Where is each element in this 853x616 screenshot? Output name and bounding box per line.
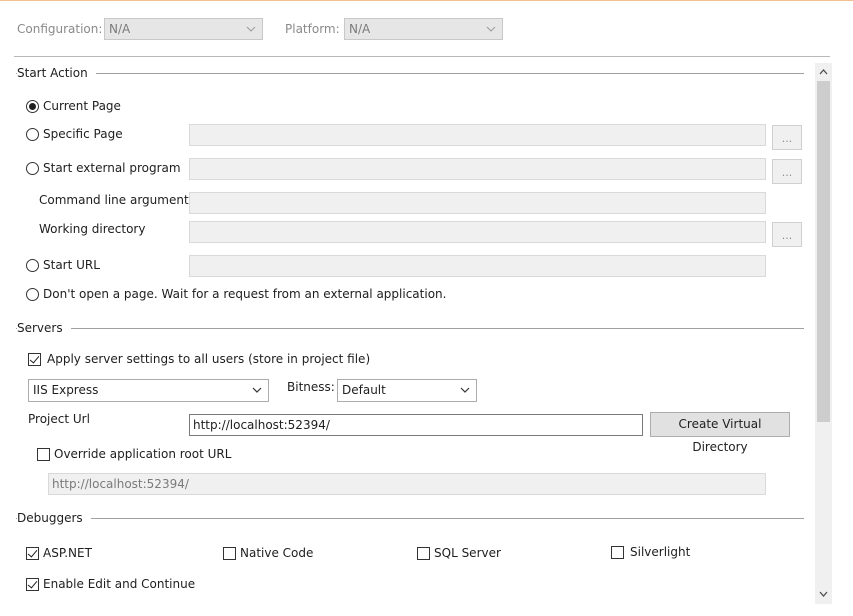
sql-server-checkbox[interactable] <box>417 547 430 560</box>
servers-separator <box>16 328 804 329</box>
window-top-border <box>0 0 853 1</box>
header-divider <box>14 56 830 57</box>
scroll-up-arrow-icon[interactable] <box>817 66 830 78</box>
project-url-input[interactable]: http://localhost:52394/ <box>189 414 643 436</box>
platform-label: Platform: <box>285 22 340 36</box>
working-directory-browse-button[interactable]: ... <box>772 222 802 247</box>
override-root-url-input[interactable]: http://localhost:52394/ <box>48 473 766 495</box>
start-url-label[interactable]: Start URL <box>43 258 100 272</box>
servers-title: Servers <box>17 321 71 335</box>
silverlight-label[interactable]: Silverlight <box>630 545 690 559</box>
current-page-radio[interactable] <box>26 100 39 113</box>
scroll-down-arrow-icon[interactable] <box>817 588 830 600</box>
sql-server-label[interactable]: SQL Server <box>434 546 501 560</box>
command-line-arguments-input[interactable] <box>189 192 766 214</box>
chevron-down-icon <box>486 26 496 32</box>
bitness-value: Default <box>342 383 386 397</box>
external-program-browse-button[interactable]: ... <box>772 159 802 184</box>
specific-page-radio[interactable] <box>26 128 39 141</box>
specific-page-input[interactable] <box>189 124 766 146</box>
specific-page-browse-button[interactable]: ... <box>772 125 802 150</box>
server-dropdown[interactable]: IIS Express <box>28 379 269 402</box>
server-value: IIS Express <box>33 383 99 397</box>
configuration-value: N/A <box>109 22 131 36</box>
project-url-label: Project Url <box>28 412 90 426</box>
override-root-url-label[interactable]: Override application root URL <box>54 447 231 461</box>
dont-open-page-label[interactable]: Don't open a page. Wait for a request fr… <box>43 287 446 301</box>
external-program-input[interactable] <box>189 158 766 180</box>
debuggers-separator <box>16 518 804 519</box>
start-action-separator <box>16 73 804 74</box>
silverlight-checkbox[interactable] <box>611 546 624 559</box>
apply-server-settings-checkbox[interactable] <box>28 353 41 366</box>
chevron-down-icon <box>252 387 262 393</box>
start-action-title: Start Action <box>17 66 96 80</box>
platform-dropdown[interactable]: N/A <box>344 18 503 40</box>
working-directory-label: Working directory <box>39 222 146 236</box>
working-directory-input[interactable] <box>189 221 766 243</box>
apply-server-settings-label[interactable]: Apply server settings to all users (stor… <box>47 352 370 366</box>
override-root-url-checkbox[interactable] <box>37 448 50 461</box>
configuration-dropdown[interactable]: N/A <box>104 18 263 40</box>
debuggers-title: Debuggers <box>17 511 91 525</box>
specific-page-label[interactable]: Specific Page <box>43 127 123 141</box>
dont-open-page-radio[interactable] <box>26 288 39 301</box>
aspnet-checkbox[interactable] <box>26 547 39 560</box>
bitness-label: Bitness: <box>287 380 335 394</box>
native-code-label[interactable]: Native Code <box>240 546 313 560</box>
current-page-label[interactable]: Current Page <box>43 99 121 113</box>
start-url-input[interactable] <box>189 255 766 277</box>
start-url-radio[interactable] <box>26 259 39 272</box>
create-virtual-directory-button[interactable]: Create Virtual Directory <box>650 412 790 454</box>
chevron-down-icon <box>460 387 470 393</box>
enable-edit-continue-label[interactable]: Enable Edit and Continue <box>43 577 195 591</box>
command-line-arguments-label: Command line arguments <box>39 193 195 207</box>
aspnet-label[interactable]: ASP.NET <box>43 546 92 560</box>
start-external-program-label[interactable]: Start external program <box>43 161 181 175</box>
platform-value: N/A <box>349 22 371 36</box>
start-external-program-radio[interactable] <box>26 162 39 175</box>
chevron-down-icon <box>246 26 256 32</box>
enable-edit-continue-checkbox[interactable] <box>26 578 39 591</box>
bitness-dropdown[interactable]: Default <box>337 379 477 402</box>
configuration-label: Configuration: <box>17 22 103 36</box>
scrollbar-thumb[interactable] <box>817 81 830 422</box>
native-code-checkbox[interactable] <box>223 547 236 560</box>
